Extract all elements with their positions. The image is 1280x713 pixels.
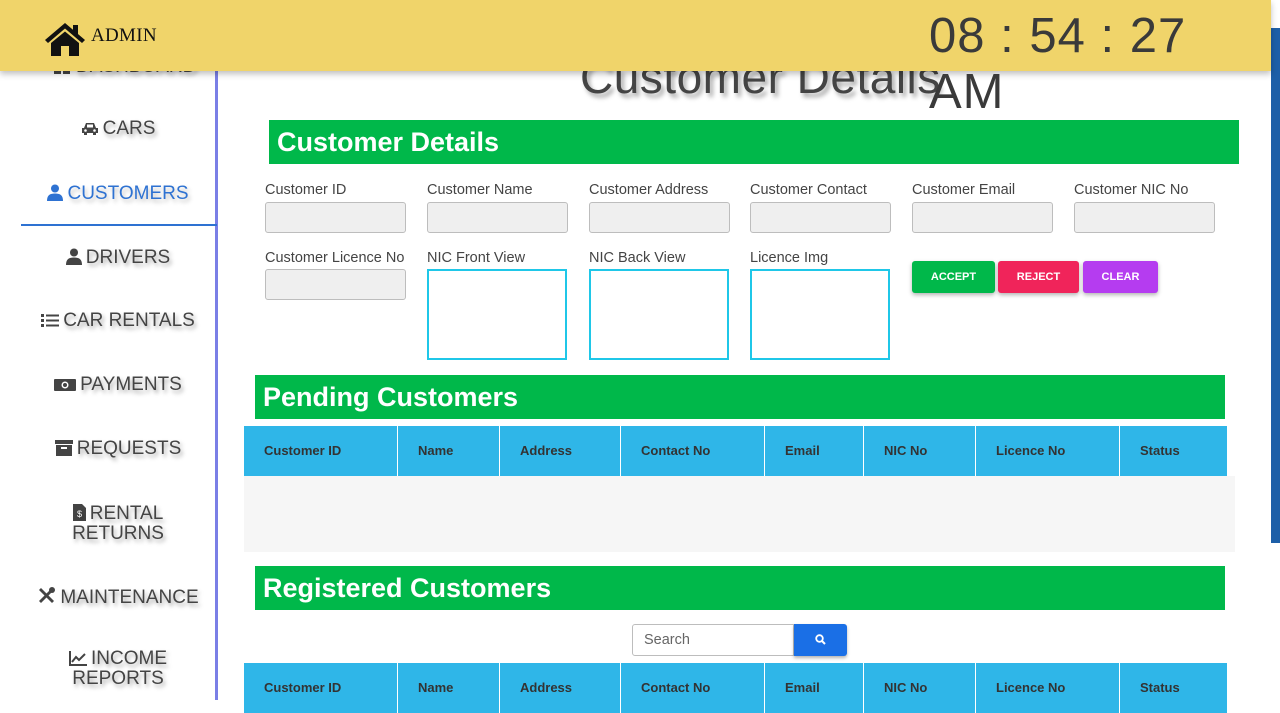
customer-nic-field[interactable] [1074, 202, 1215, 233]
clear-button[interactable]: CLEAR [1083, 261, 1158, 293]
money-icon [54, 378, 77, 396]
sidebar-item-label: CUSTOMERS [67, 183, 189, 204]
column-header[interactable]: Address [500, 426, 621, 476]
sidebar-item-label: REQUESTS [76, 438, 182, 459]
active-indicator [21, 224, 217, 226]
sidebar-item-label: MAINTENANCE [60, 587, 199, 608]
sidebar-item-car-rentals[interactable]: CAR RENTALS [20, 310, 216, 332]
nic-back-label: NIC Back View [589, 250, 686, 266]
customer-licence-field[interactable] [265, 269, 406, 300]
sidebar-item-drivers[interactable]: DRIVERS [20, 248, 216, 269]
licence-img-label: Licence Img [750, 250, 829, 266]
column-header[interactable]: Email [765, 663, 864, 713]
home-icon[interactable] [44, 22, 86, 56]
clock: 08 : 54 : 27 AM [929, 9, 1187, 119]
column-header[interactable]: Contact No [621, 663, 765, 713]
column-header[interactable]: Status [1120, 426, 1227, 476]
right-edge-strip [1271, 28, 1280, 543]
sidebar-item-label-line1: RENTAL [89, 503, 164, 524]
pending-table-body [244, 476, 1235, 552]
sidebar-item-label: DRIVERS [85, 247, 171, 268]
user-icon [47, 184, 64, 205]
svg-text:$: $ [77, 509, 82, 519]
reject-button[interactable]: REJECT [998, 261, 1079, 293]
column-header[interactable]: Contact No [621, 426, 765, 476]
sidebar-item-label: CARS [102, 118, 156, 139]
sidebar: DASHBOARD CARS CUSTOMERS DRIVERS CAR REN… [0, 0, 218, 700]
sidebar-item-maintenance[interactable]: MAINTENANCE [20, 586, 216, 609]
customer-name-label: Customer Name [427, 182, 533, 198]
top-bar: ADMIN 08 : 54 : 27 AM [0, 0, 1271, 119]
customer-contact-label: Customer Contact [750, 182, 867, 198]
sidebar-item-customers[interactable]: CUSTOMERS [20, 184, 216, 205]
sidebar-item-label: PAYMENTS [80, 374, 182, 395]
customer-name-field[interactable] [427, 202, 568, 233]
column-header[interactable]: NIC No [864, 426, 976, 476]
customer-address-field[interactable] [589, 202, 730, 233]
nic-back-image [589, 269, 729, 360]
column-header[interactable]: Licence No [976, 663, 1120, 713]
list-icon [41, 313, 60, 332]
column-header[interactable]: Address [500, 663, 621, 713]
registered-customers-header: Registered Customers [255, 566, 1225, 610]
column-header[interactable]: Customer ID [244, 663, 398, 713]
customer-id-label: Customer ID [265, 182, 347, 198]
customer-email-field[interactable] [912, 202, 1053, 233]
licence-image [750, 269, 890, 360]
column-header[interactable]: Status [1120, 663, 1227, 713]
search-icon [815, 633, 826, 648]
column-header[interactable]: Name [398, 663, 500, 713]
column-header[interactable]: Email [765, 426, 864, 476]
invoice-icon: $ [72, 504, 86, 525]
sidebar-item-rental-returns[interactable]: $ RENTAL RETURNS [20, 504, 216, 543]
sidebar-item-label-line1: INCOME [91, 648, 167, 669]
tools-icon [37, 586, 56, 609]
sidebar-item-cars[interactable]: CARS [20, 118, 216, 140]
sidebar-item-income-reports[interactable]: INCOME REPORTS [20, 648, 216, 689]
column-header[interactable]: Customer ID [244, 426, 398, 476]
nic-front-image [427, 269, 567, 360]
car-icon [81, 122, 99, 140]
sidebar-item-label-line2: REPORTS [72, 668, 164, 689]
user-icon [65, 248, 82, 269]
column-header[interactable]: Licence No [976, 426, 1120, 476]
customer-id-field[interactable] [265, 202, 406, 233]
customer-licence-label: Customer Licence No [265, 250, 405, 266]
sidebar-item-label: CAR RENTALS [63, 310, 195, 331]
sidebar-item-payments[interactable]: PAYMENTS [20, 374, 216, 396]
search-button[interactable] [794, 624, 847, 656]
column-header[interactable]: Name [398, 426, 500, 476]
customer-details-header: Customer Details [269, 120, 1239, 164]
search-input[interactable] [632, 624, 794, 656]
customer-email-label: Customer Email [912, 182, 1016, 198]
registered-table-header: Customer ID Name Address Contact No Emai… [244, 663, 1227, 713]
customer-nic-label: Customer NIC No [1074, 182, 1189, 198]
accept-button[interactable]: ACCEPT [912, 261, 995, 293]
customer-contact-field[interactable] [750, 202, 891, 233]
nic-front-label: NIC Front View [427, 250, 526, 266]
archive-icon [54, 440, 73, 460]
customer-address-label: Customer Address [589, 182, 709, 198]
sidebar-item-label-line2: RETURNS [72, 523, 164, 544]
column-header[interactable]: NIC No [864, 663, 976, 713]
sidebar-item-requests[interactable]: REQUESTS [20, 438, 216, 460]
pending-table-header: Customer ID Name Address Contact No Emai… [244, 426, 1227, 476]
pending-customers-header: Pending Customers [255, 375, 1225, 419]
brand-label: ADMIN [91, 25, 157, 46]
